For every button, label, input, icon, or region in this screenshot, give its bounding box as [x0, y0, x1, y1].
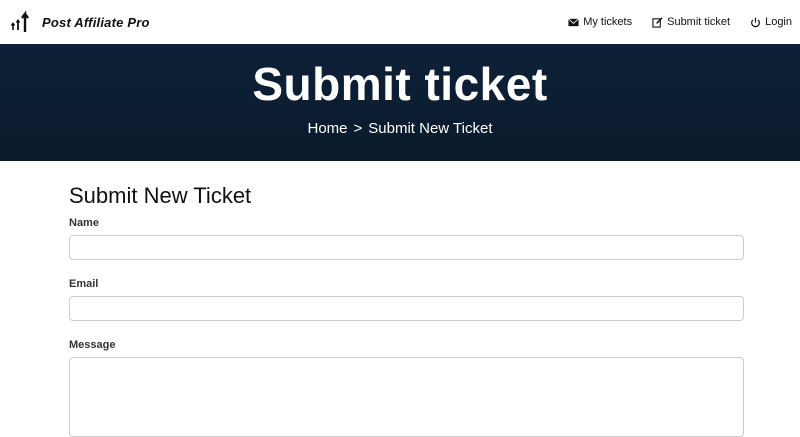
email-label: Email — [69, 278, 99, 290]
breadcrumb-separator: > — [353, 120, 363, 137]
nav-my-tickets-label: My tickets — [583, 16, 633, 28]
breadcrumb: Home > Submit New Ticket — [308, 120, 493, 137]
message-textarea[interactable] — [69, 357, 744, 437]
trend-arrows-icon — [10, 10, 29, 32]
nav-links: My tickets Submit ticket Login — [568, 16, 792, 28]
nav-submit-ticket[interactable]: Submit ticket — [652, 16, 730, 28]
email-input[interactable] — [69, 296, 744, 321]
hero-banner: Submit ticket Home > Submit New Ticket — [0, 44, 800, 161]
brand[interactable]: Post Affiliate Pro — [10, 10, 150, 34]
edit-icon — [652, 16, 663, 28]
top-navbar: Post Affiliate Pro My tickets Submit tic… — [0, 0, 800, 44]
nav-submit-ticket-label: Submit ticket — [667, 16, 731, 28]
breadcrumb-home[interactable]: Home — [308, 120, 348, 137]
message-label: Message — [69, 339, 116, 351]
ticket-form-section: Submit New Ticket Name Email Message — [0, 183, 800, 437]
name-input[interactable] — [69, 235, 744, 260]
breadcrumb-current: Submit New Ticket — [368, 120, 493, 137]
nav-my-tickets[interactable]: My tickets — [568, 16, 632, 28]
nav-login-label: Login — [765, 16, 792, 28]
envelope-icon — [568, 17, 580, 26]
page-title: Submit ticket — [252, 58, 548, 110]
form-heading: Submit New Ticket — [69, 183, 252, 208]
brand-name: Post Affiliate Pro — [42, 14, 150, 30]
name-label: Name — [69, 217, 99, 229]
power-icon — [751, 17, 761, 27]
nav-login[interactable]: Login — [750, 16, 792, 28]
